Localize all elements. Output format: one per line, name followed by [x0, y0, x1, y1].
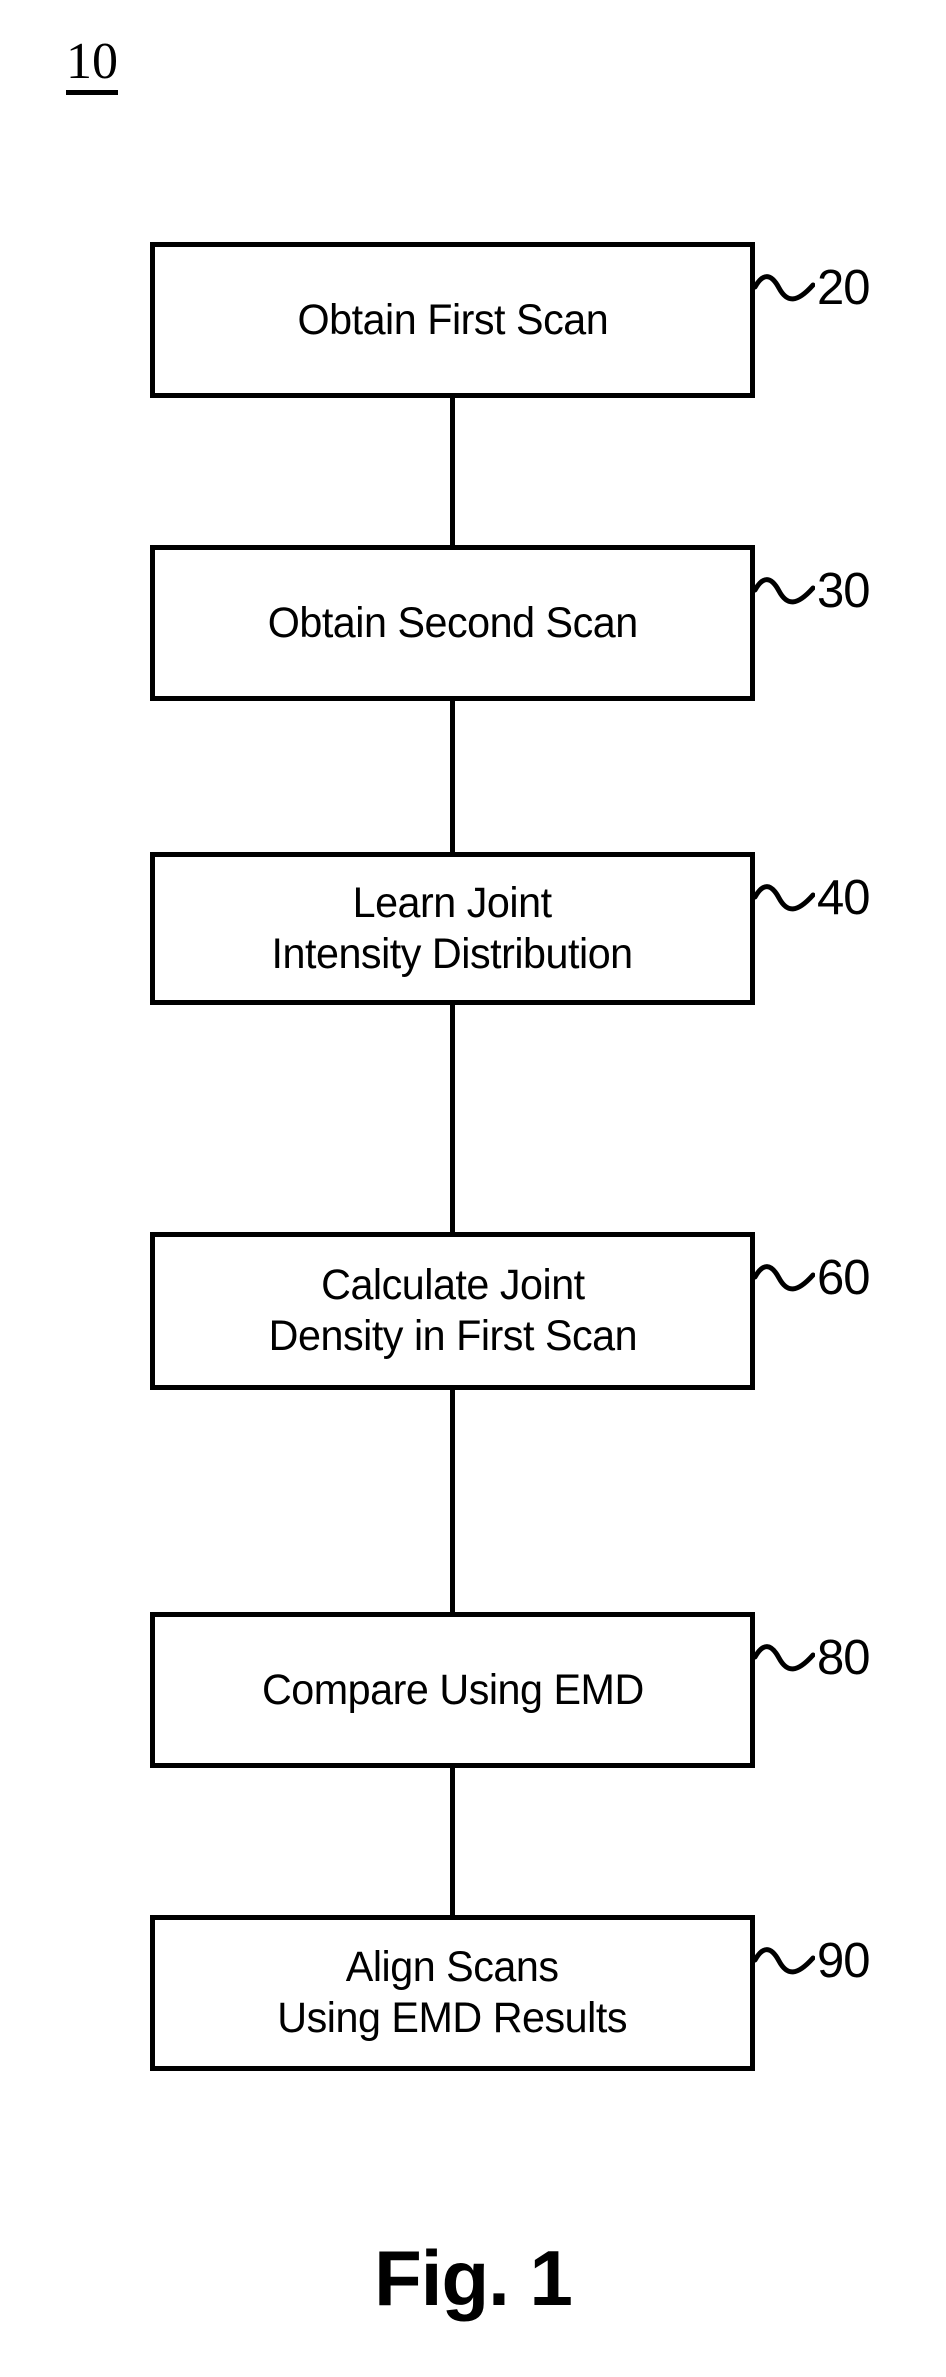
connector-line-80-90 [450, 1766, 455, 1917]
flow-step-box-obtain-second-scan: Obtain Second Scan [150, 545, 755, 701]
reference-number: 80 [817, 1630, 871, 1685]
flow-step-label: Obtain First Scan [297, 295, 608, 344]
reference-callout-60: 60 [753, 1248, 871, 1308]
reference-number: 30 [817, 563, 871, 618]
squiggle-leader-icon [753, 1947, 815, 1975]
reference-callout-40: 40 [753, 868, 871, 928]
flow-step-box-obtain-first-scan: Obtain First Scan [150, 242, 755, 398]
reference-number: 90 [817, 1933, 871, 1988]
patent-figure-page: 10 Obtain First Scan Obtain Second Scan … [0, 0, 946, 2377]
squiggle-leader-icon [753, 1264, 815, 1292]
reference-callout-90: 90 [753, 1931, 871, 1991]
connector-line-40-60 [450, 1003, 455, 1234]
connector-line-20-30 [450, 396, 455, 547]
reference-number: 40 [817, 870, 871, 925]
flow-step-label: Learn Joint Intensity Distribution [271, 878, 634, 978]
flow-step-label: Calculate Joint Density in First Scan [268, 1261, 637, 1360]
reference-number: 60 [817, 1250, 871, 1305]
reference-number: 20 [817, 260, 871, 315]
figure-caption: Fig. 1 [374, 2234, 573, 2322]
flow-step-label: Align Scans Using EMD Results [277, 1943, 628, 2042]
connector-line-60-80 [450, 1388, 455, 1614]
squiggle-leader-icon [753, 274, 815, 302]
squiggle-leader-icon [753, 577, 815, 605]
reference-callout-20: 20 [753, 258, 871, 318]
squiggle-leader-icon [753, 1644, 815, 1672]
flow-step-label: Compare Using EMD [261, 1665, 644, 1714]
figure-reference-numeral: 10 [66, 36, 118, 95]
squiggle-leader-icon [753, 884, 815, 912]
reference-callout-30: 30 [753, 561, 871, 621]
flow-step-label: Obtain Second Scan [267, 598, 638, 647]
flow-step-box-align-scans-using-emd-results: Align Scans Using EMD Results [150, 1915, 755, 2071]
flow-step-box-calculate-joint-density-in-first-scan: Calculate Joint Density in First Scan [150, 1232, 755, 1390]
reference-callout-80: 80 [753, 1628, 871, 1688]
connector-line-30-40 [450, 699, 455, 854]
flow-step-box-learn-joint-intensity-distribution: Learn Joint Intensity Distribution [150, 852, 755, 1005]
flow-step-box-compare-using-emd: Compare Using EMD [150, 1612, 755, 1768]
